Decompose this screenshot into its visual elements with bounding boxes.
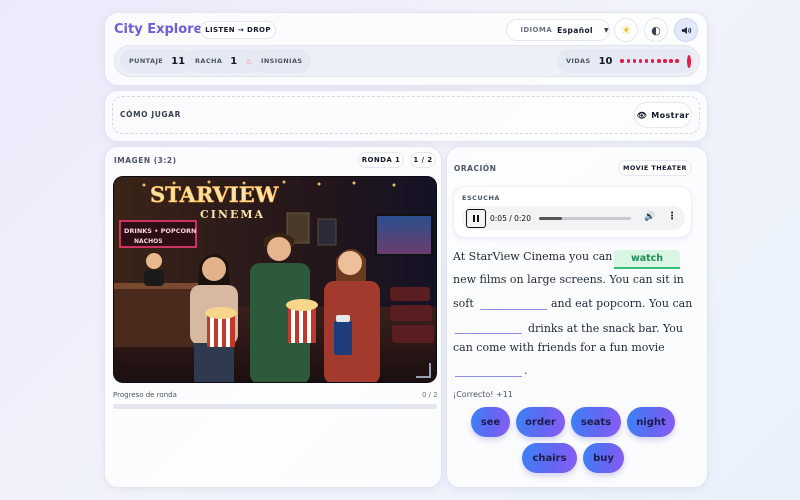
sentence-line-3b: and eat popcorn. You can — [551, 297, 693, 310]
score-value: 11 — [171, 55, 186, 67]
eye-icon: 👁 — [636, 110, 648, 120]
audio-time: 0:05 / 0:20 — [490, 214, 531, 223]
feedback-text: ¡Correcto! +11 — [453, 390, 513, 399]
progress-label: Progreso de ronda — [113, 391, 177, 399]
cinema-scene-image: STARVIEW CINEMA DRINKS • POPCORN NACHOS — [114, 177, 436, 382]
lives-ring-icon — [686, 54, 691, 68]
app-title: City Explorer — [114, 22, 209, 37]
score-label: PUNTAJE — [129, 57, 164, 65]
sun-icon: ☀ — [621, 23, 631, 37]
show-instructions-button[interactable]: 👁 Mostrar — [634, 102, 692, 128]
theme-light-button[interactable]: ☀ — [614, 18, 638, 42]
life-dot — [632, 59, 637, 63]
blank-3[interactable] — [455, 333, 522, 334]
chevron-down-icon: ▼ — [603, 26, 609, 34]
life-dot — [675, 59, 679, 63]
lives-dots — [620, 59, 679, 63]
language-select[interactable]: IDIOMA Español ▼ — [506, 19, 610, 41]
scene-photo: STARVIEW CINEMA DRINKS • POPCORN NACHOS — [113, 176, 437, 383]
round-progress-bar — [113, 404, 437, 409]
life-dot — [669, 59, 673, 63]
life-dot — [644, 59, 649, 63]
photo-sign-main: STARVIEW — [150, 182, 279, 207]
blank-2[interactable] — [480, 309, 547, 310]
howto-box — [112, 96, 700, 134]
round-badge: RONDA 1 — [358, 152, 404, 168]
sentence-line-4: drinks at the snack bar. You — [528, 322, 683, 335]
progress-count: 0 / 2 — [422, 391, 438, 399]
streak-label: RACHA — [195, 57, 223, 65]
round-pager: 1 / 2 — [410, 152, 436, 168]
contrast-icon: ◐ — [651, 23, 661, 37]
volume-icon[interactable]: 🔊 — [644, 212, 655, 222]
lives-stat: VIDAS 10 — [557, 49, 695, 73]
life-dot — [626, 59, 631, 63]
sound-button[interactable] — [674, 18, 698, 42]
sentence-label: ORACIÓN — [454, 164, 497, 173]
listen-label: ESCUCHA — [462, 194, 500, 202]
pause-button[interactable] — [466, 209, 486, 228]
blank-4[interactable] — [455, 376, 522, 377]
photo-menu-line-1: DRINKS • POPCORN — [124, 227, 196, 235]
life-dot — [663, 59, 667, 63]
badges-stat[interactable]: INSIGNIAS — [252, 49, 312, 73]
word-chip-chairs[interactable]: chairs — [522, 443, 577, 473]
badges-label: INSIGNIAS — [261, 57, 303, 65]
life-dot — [620, 59, 624, 63]
pause-icon — [473, 215, 475, 222]
life-dot — [638, 59, 643, 63]
speaker-icon — [681, 26, 691, 34]
language-label: IDIOMA — [520, 26, 553, 34]
life-dot — [650, 59, 655, 63]
mode-badge: LISTEN → DROP — [200, 21, 276, 39]
lives-label: VIDAS — [566, 57, 591, 65]
show-instructions-label: Mostrar — [651, 110, 690, 120]
streak-stat: RACHA 1 ♨ — [186, 49, 262, 73]
word-chip-order[interactable]: order — [516, 407, 565, 437]
life-dot — [657, 59, 661, 63]
filled-blank-1[interactable]: watch — [614, 250, 680, 269]
audio-seek-fill — [539, 217, 562, 220]
contrast-button[interactable]: ◐ — [644, 18, 668, 42]
word-chip-see[interactable]: see — [471, 407, 510, 437]
image-label: IMAGEN (3:2) — [114, 156, 177, 165]
sentence-line-5: can come with friends for a fun movie — [453, 341, 665, 354]
photo-sign-sub: CINEMA — [200, 208, 265, 221]
streak-value: 1 — [230, 55, 238, 67]
sentence-line-3a: soft — [453, 297, 474, 310]
sentence-line-1: At StarView Cinema you can — [453, 250, 613, 263]
word-chip-night[interactable]: night — [627, 407, 675, 437]
howto-title: CÓMO JUGAR — [120, 110, 181, 119]
lives-value: 10 — [598, 55, 613, 67]
sentence-period: . — [524, 364, 528, 377]
photo-menu-line-2: NACHOS — [134, 238, 163, 245]
language-value: Español — [557, 25, 593, 35]
word-chip-seats[interactable]: seats — [571, 407, 621, 437]
more-options-icon[interactable]: ⋮ — [667, 211, 677, 222]
sentence-line-2: new films on large screens. You can sit … — [453, 273, 684, 286]
score-stat: PUNTAJE 11 — [120, 49, 195, 73]
topic-badge: MOVIE THEATER — [618, 160, 692, 176]
word-chip-buy[interactable]: buy — [583, 443, 624, 473]
